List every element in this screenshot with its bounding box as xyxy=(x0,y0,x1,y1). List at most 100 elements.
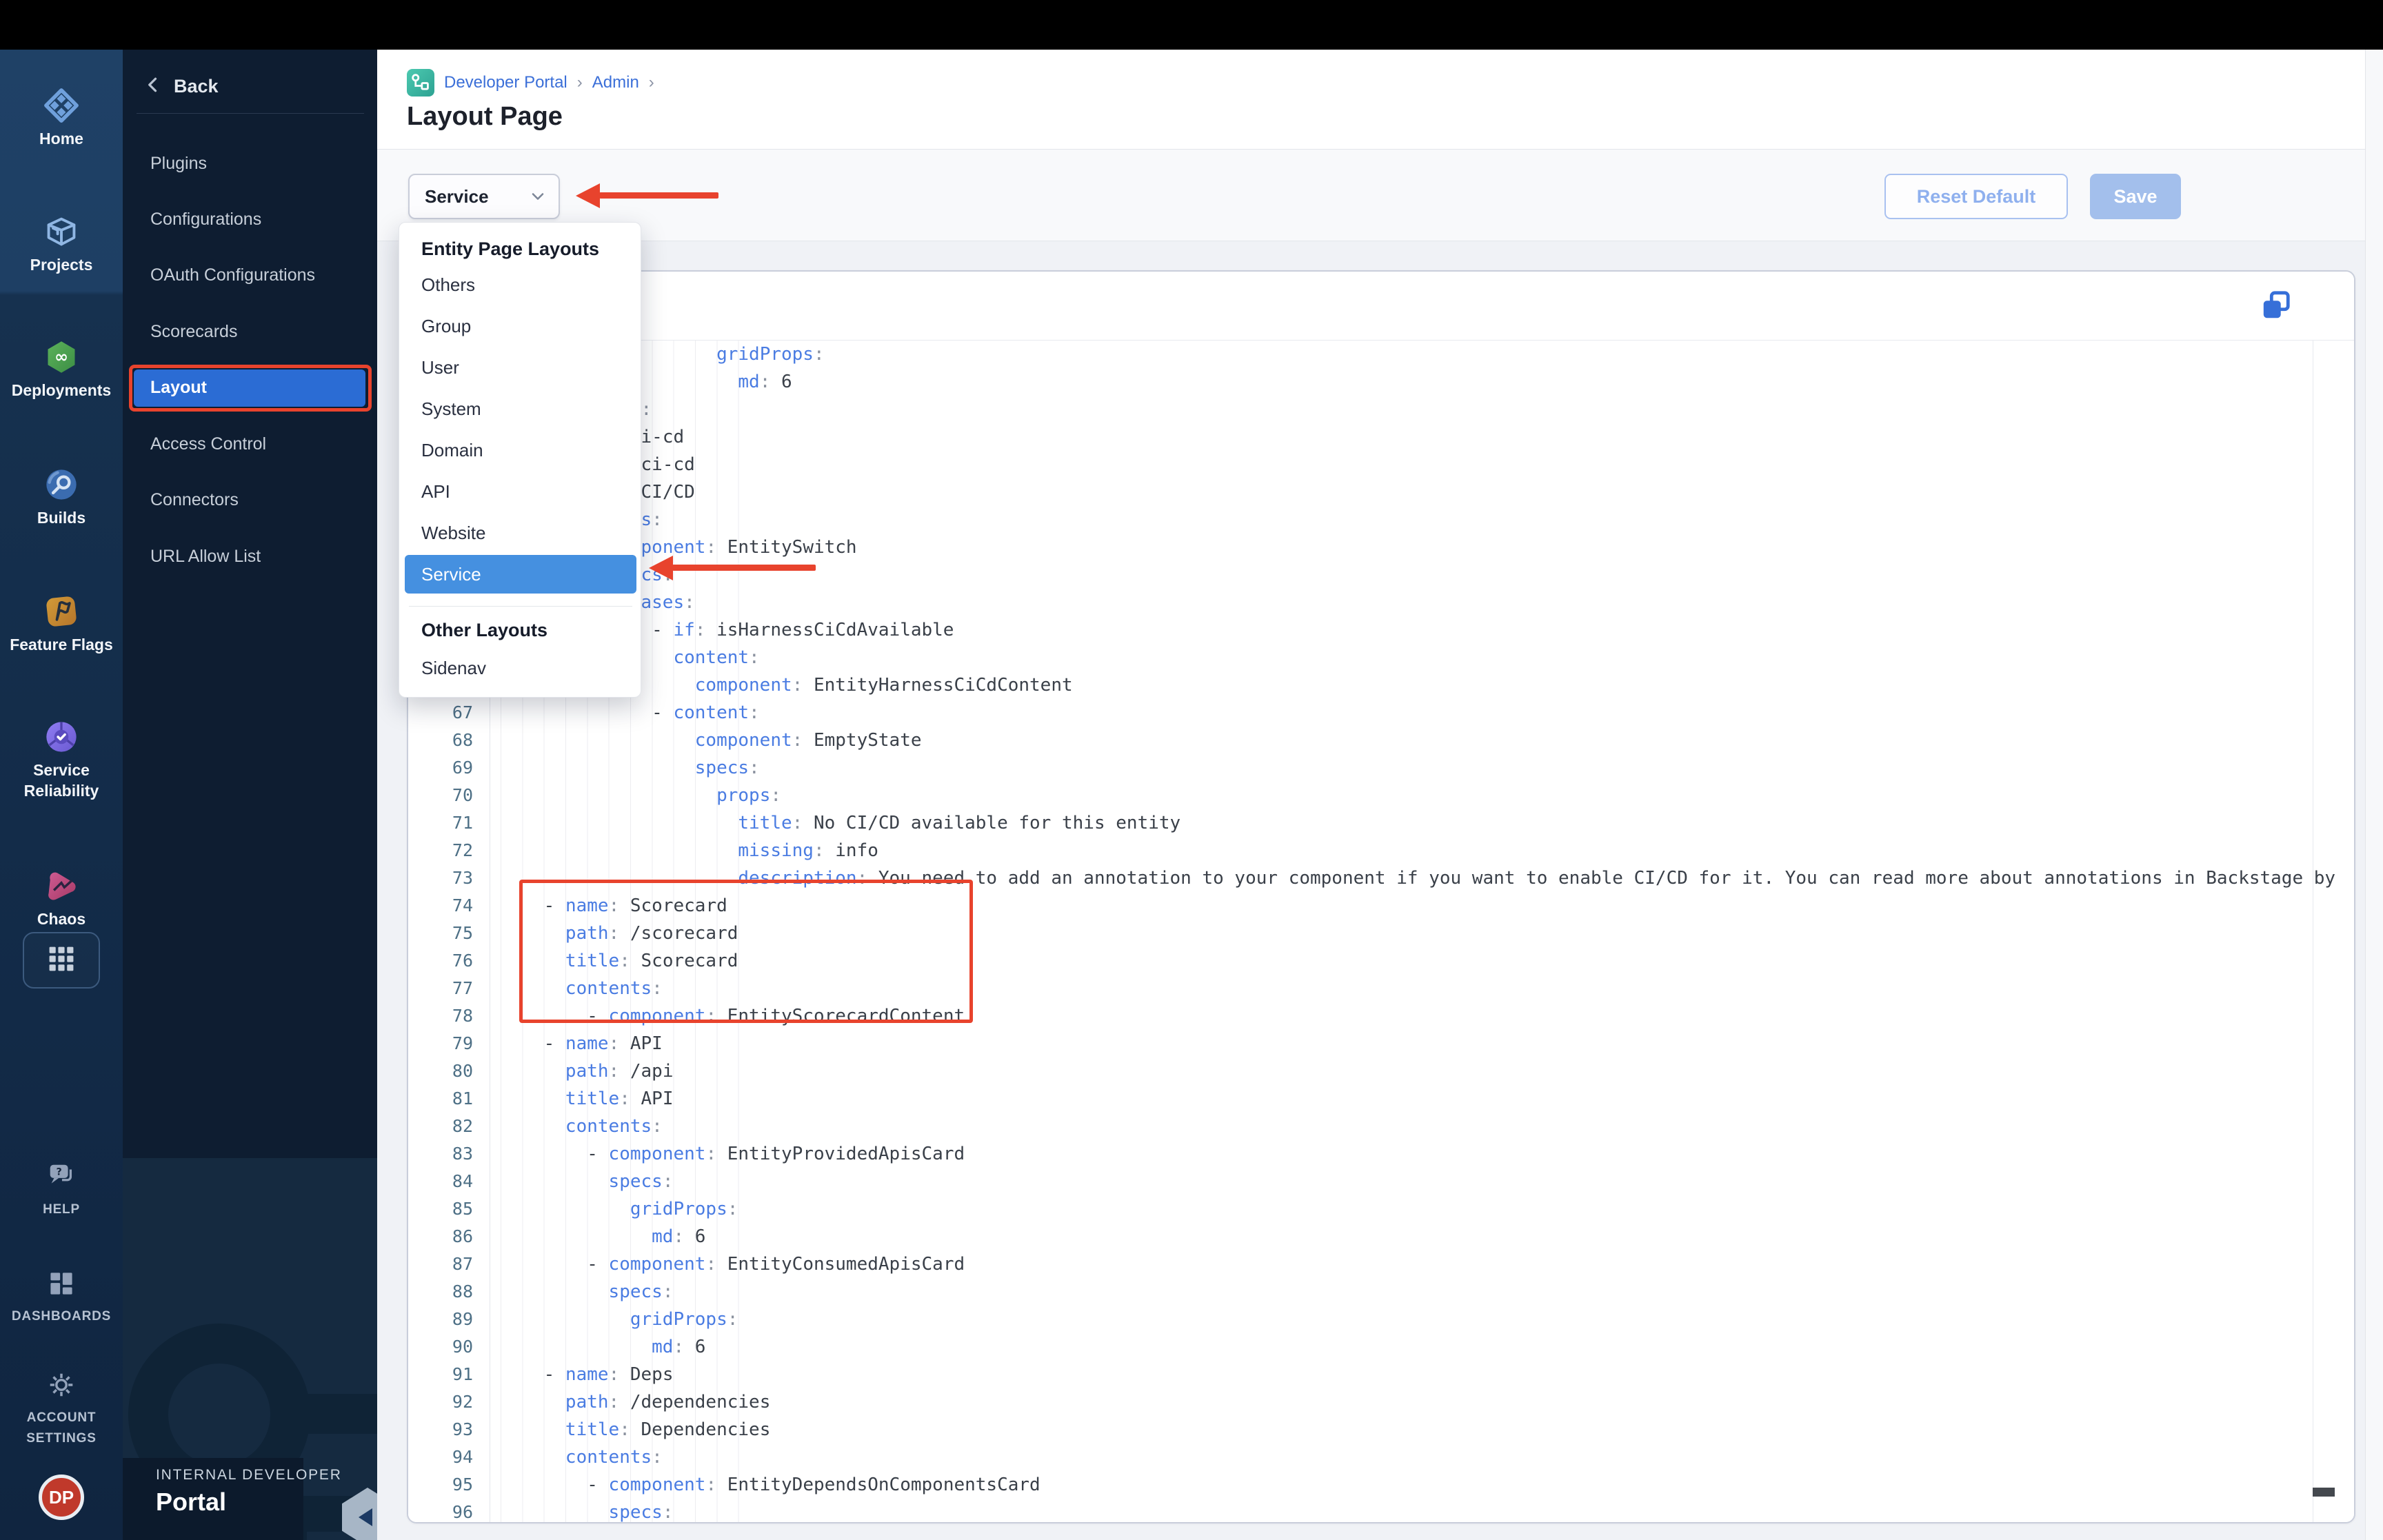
menu-item-website[interactable]: Website xyxy=(405,514,636,552)
admin-nav-layout[interactable]: Layout xyxy=(134,369,365,407)
projects-icon xyxy=(43,213,79,250)
menu-header-other-layouts: Other Layouts xyxy=(421,620,548,640)
page-title: Layout Page xyxy=(407,102,563,131)
breadcrumb-developer-portal[interactable]: Developer Portal xyxy=(444,73,567,92)
builds-icon xyxy=(43,466,79,503)
gear-icon xyxy=(46,1366,77,1404)
grid-icon xyxy=(46,944,77,977)
menu-item-api[interactable]: API xyxy=(405,472,636,511)
line-number: 82 xyxy=(452,1116,473,1136)
admin-nav-plugins[interactable]: Plugins xyxy=(134,145,365,182)
admin-nav-access-control[interactable]: Access Control xyxy=(134,425,365,463)
line-number: 78 xyxy=(452,1006,473,1026)
code-line-91: 91 - name: Deps xyxy=(408,1361,2354,1388)
menu-item-system[interactable]: System xyxy=(405,389,636,428)
sidebar-item-label: Deployments xyxy=(11,381,112,399)
user-avatar[interactable]: DP xyxy=(39,1475,84,1520)
line-number: 74 xyxy=(452,895,473,915)
line-number: 90 xyxy=(452,1337,473,1357)
deployments-icon: ∞ xyxy=(43,338,79,376)
menu-item-sidenav[interactable]: Sidenav xyxy=(405,649,636,687)
line-number: 68 xyxy=(452,730,473,750)
service-reliability-icon xyxy=(43,718,79,756)
sidebar-item-label: Builds xyxy=(37,509,86,527)
sidebar-item-dashboards[interactable]: DASHBOARDS xyxy=(0,1265,123,1327)
sidebar-item-home[interactable]: Home xyxy=(0,87,123,149)
code-line-90: 90 md: 6 xyxy=(408,1333,2354,1361)
code-line-88: 88 specs: xyxy=(408,1278,2354,1306)
chevron-left-icon xyxy=(143,74,164,99)
admin-nav-oauth-configurations[interactable]: OAuth Configurations xyxy=(134,257,365,294)
code-line-75: 75 path: /scorecard xyxy=(408,920,2354,947)
sidebar-item-service-reliability[interactable]: Service Reliability xyxy=(0,718,123,801)
top-black-bar xyxy=(0,0,2383,50)
menu-item-others[interactable]: Others xyxy=(405,265,636,304)
code-line-96: 96 specs: xyxy=(408,1499,2354,1522)
code-line-61: 61 - component: EntitySwitch xyxy=(408,534,2354,561)
layout-type-dropdown[interactable]: Service xyxy=(408,174,560,219)
window-scrollbar-track[interactable] xyxy=(2365,50,2383,1540)
reset-default-button[interactable]: Reset Default xyxy=(1884,174,2068,219)
yaml-code-editor[interactable]: 54 gridProps:55 md: 656 specs:57 - name:… xyxy=(408,341,2354,1522)
code-line-68: 68 component: EmptyState xyxy=(408,727,2354,754)
copy-icon[interactable] xyxy=(2260,290,2292,321)
code-line-95: 95 - component: EntityDependsOnComponent… xyxy=(408,1471,2354,1499)
editor-scrollbar-thumb[interactable] xyxy=(2313,1488,2335,1497)
code-line-83: 83 - component: EntityProvidedApisCard xyxy=(408,1140,2354,1168)
back-button[interactable]: Back xyxy=(143,74,219,99)
line-number: 81 xyxy=(452,1088,473,1108)
admin-nav-configurations[interactable]: Configurations xyxy=(134,201,365,238)
module-picker-button[interactable] xyxy=(23,932,100,989)
admin-nav-url-allow-list[interactable]: URL Allow List xyxy=(134,538,365,575)
sidebar-item-projects[interactable]: Projects xyxy=(0,213,123,275)
menu-item-group[interactable]: Group xyxy=(405,307,636,345)
line-number: 75 xyxy=(452,923,473,943)
line-number: 79 xyxy=(452,1033,473,1053)
line-number: 76 xyxy=(452,951,473,971)
breadcrumb-separator: › xyxy=(648,73,654,92)
home-icon xyxy=(43,87,79,124)
menu-item-service[interactable]: Service xyxy=(405,555,636,594)
menu-item-domain[interactable]: Domain xyxy=(405,431,636,469)
sidebar-item-feature-flags[interactable]: Feature Flags xyxy=(0,593,123,655)
svg-text:∞: ∞ xyxy=(54,347,68,367)
sidebar-item-chaos[interactable]: Chaos xyxy=(0,867,123,929)
code-line-71: 71 title: No CI/CD available for this en… xyxy=(408,809,2354,837)
sidebar-item-account-settings[interactable]: ACCOUNT SETTINGS xyxy=(0,1366,123,1449)
code-line-94: 94 contents: xyxy=(408,1443,2354,1471)
line-number: 89 xyxy=(452,1309,473,1329)
code-line-55: 55 md: 6 xyxy=(408,368,2354,396)
line-number: 96 xyxy=(452,1502,473,1522)
menu-item-user[interactable]: User xyxy=(405,348,636,387)
code-line-82: 82 contents: xyxy=(408,1113,2354,1140)
code-line-87: 87 - component: EntityConsumedApisCard xyxy=(408,1250,2354,1278)
code-line-63: 63 cases: xyxy=(408,589,2354,616)
menu-header-entity-page-layouts: Entity Page Layouts xyxy=(421,239,600,259)
avatar-initials: DP xyxy=(48,1486,74,1508)
code-line-84: 84 specs: xyxy=(408,1168,2354,1195)
code-line-59: 59 title: CI/CD xyxy=(408,478,2354,506)
sidebar-item-help[interactable]: ? HELP xyxy=(0,1158,123,1220)
sidebar-item-label: Home xyxy=(39,130,83,148)
line-number: 93 xyxy=(452,1419,473,1439)
toolbar: Service Reset Default Save xyxy=(377,150,2383,241)
sidebar-item-builds[interactable]: Builds xyxy=(0,466,123,528)
triangle-left-icon xyxy=(359,1508,372,1526)
brand-line-portal: Portal xyxy=(156,1488,227,1516)
save-button[interactable]: Save xyxy=(2090,174,2181,219)
line-number: 84 xyxy=(452,1171,473,1191)
code-line-67: 67 - content: xyxy=(408,699,2354,727)
sidebar-item-label: Chaos xyxy=(37,910,86,928)
admin-nav-connectors[interactable]: Connectors xyxy=(134,482,365,519)
feature-flags-icon xyxy=(43,593,79,630)
breadcrumb-admin[interactable]: Admin xyxy=(592,73,639,92)
code-line-86: 86 md: 6 xyxy=(408,1223,2354,1250)
code-line-58: 58 path: /ci-cd xyxy=(408,451,2354,478)
admin-nav-scorecards[interactable]: Scorecards xyxy=(134,313,365,350)
sidebar-item-deployments[interactable]: ∞ Deployments xyxy=(0,338,123,401)
dropdown-selected-value: Service xyxy=(425,185,489,207)
code-line-56: 56 specs: xyxy=(408,396,2354,423)
editor-header xyxy=(408,272,2354,341)
yaml-editor-card: 54 gridProps:55 md: 656 specs:57 - name:… xyxy=(407,270,2355,1523)
line-number: 94 xyxy=(452,1447,473,1467)
